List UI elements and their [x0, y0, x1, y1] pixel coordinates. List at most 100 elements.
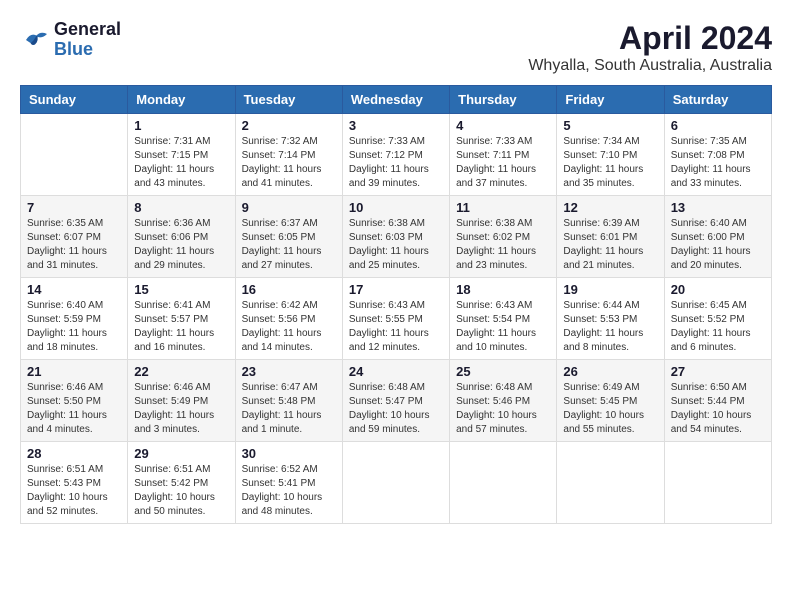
day-info: Sunrise: 6:48 AM Sunset: 5:47 PM Dayligh… — [349, 381, 443, 437]
week-row-3: 14 Sunrise: 6:40 AM Sunset: 5:59 PM Dayli… — [21, 278, 772, 360]
day-number: 20 — [671, 282, 765, 297]
day-number: 21 — [27, 364, 121, 379]
day-info: Sunrise: 6:40 AM Sunset: 6:00 PM Dayligh… — [671, 217, 765, 273]
day-info: Sunrise: 7:33 AM Sunset: 7:12 PM Dayligh… — [349, 135, 443, 191]
day-number: 13 — [671, 200, 765, 215]
day-number: 7 — [27, 200, 121, 215]
page-header: General Blue April 2024 Whyalla, South A… — [20, 20, 772, 75]
calendar-cell: 9Sunrise: 6:37 AM Sunset: 6:05 PM Daylig… — [235, 196, 342, 278]
calendar-cell: 13 Sunrise: 6:40 AM Sunset: 6:00 PM Dayli… — [664, 196, 771, 278]
day-info: Sunrise: 6:40 AM Sunset: 5:59 PM Dayligh… — [27, 299, 121, 355]
day-info: Sunrise: 6:38 AM Sunset: 6:03 PM Dayligh… — [349, 217, 443, 273]
calendar-cell: 15 Sunrise: 6:41 AM Sunset: 5:57 PM Dayli… — [128, 278, 235, 360]
day-number: 28 — [27, 446, 121, 461]
day-number: 27 — [671, 364, 765, 379]
weekday-header-tuesday: Tuesday — [235, 86, 342, 114]
calendar-cell: 22Sunrise: 6:46 AM Sunset: 5:49 PM Dayli… — [128, 360, 235, 442]
day-info: Sunrise: 6:35 AM Sunset: 6:07 PM Dayligh… — [27, 217, 121, 273]
day-number: 3 — [349, 118, 443, 133]
logo: General Blue — [20, 20, 121, 60]
day-info: Sunrise: 6:44 AM Sunset: 5:53 PM Dayligh… — [563, 299, 657, 355]
calendar-header-row: SundayMondayTuesdayWednesdayThursdayFrid… — [21, 86, 772, 114]
weekday-header-saturday: Saturday — [664, 86, 771, 114]
calendar-cell: 10 Sunrise: 6:38 AM Sunset: 6:03 PM Dayli… — [342, 196, 449, 278]
day-number: 17 — [349, 282, 443, 297]
day-number: 16 — [242, 282, 336, 297]
day-info: Sunrise: 6:39 AM Sunset: 6:01 PM Dayligh… — [563, 217, 657, 273]
calendar-cell: 4 Sunrise: 7:33 AM Sunset: 7:11 PM Daylig… — [450, 114, 557, 196]
day-info: Sunrise: 6:45 AM Sunset: 5:52 PM Dayligh… — [671, 299, 765, 355]
calendar-cell: 19 Sunrise: 6:44 AM Sunset: 5:53 PM Dayli… — [557, 278, 664, 360]
calendar-cell: 3 Sunrise: 7:33 AM Sunset: 7:12 PM Daylig… — [342, 114, 449, 196]
calendar-cell — [342, 442, 449, 524]
calendar-cell: 21 Sunrise: 6:46 AM Sunset: 5:50 PM Dayli… — [21, 360, 128, 442]
day-info: Sunrise: 7:31 AM Sunset: 7:15 PM Dayligh… — [134, 135, 228, 191]
day-number: 25 — [456, 364, 550, 379]
calendar-cell — [557, 442, 664, 524]
day-info: Sunrise: 6:42 AM Sunset: 5:56 PM Dayligh… — [242, 299, 336, 355]
calendar-cell: 11 Sunrise: 6:38 AM Sunset: 6:02 PM Dayli… — [450, 196, 557, 278]
calendar-cell: 20 Sunrise: 6:45 AM Sunset: 5:52 PM Dayli… — [664, 278, 771, 360]
day-info: Sunrise: 6:51 AM Sunset: 5:42 PM Dayligh… — [134, 463, 228, 519]
logo-text-general: General — [54, 20, 121, 40]
day-number: 12 — [563, 200, 657, 215]
calendar-cell: 30 Sunrise: 6:52 AM Sunset: 5:41 PM Dayli… — [235, 442, 342, 524]
day-info: Sunrise: 6:43 AM Sunset: 5:55 PM Dayligh… — [349, 299, 443, 355]
calendar-cell: 16 Sunrise: 6:42 AM Sunset: 5:56 PM Dayli… — [235, 278, 342, 360]
day-info: Sunrise: 6:50 AM Sunset: 5:44 PM Dayligh… — [671, 381, 765, 437]
weekday-header-wednesday: Wednesday — [342, 86, 449, 114]
calendar-cell — [21, 114, 128, 196]
calendar-cell: 29Sunrise: 6:51 AM Sunset: 5:42 PM Dayli… — [128, 442, 235, 524]
day-number: 24 — [349, 364, 443, 379]
day-info: Sunrise: 6:41 AM Sunset: 5:57 PM Dayligh… — [134, 299, 228, 355]
calendar-cell: 8 Sunrise: 6:36 AM Sunset: 6:06 PM Daylig… — [128, 196, 235, 278]
day-number: 6 — [671, 118, 765, 133]
day-info: Sunrise: 7:33 AM Sunset: 7:11 PM Dayligh… — [456, 135, 550, 191]
location-title: Whyalla, South Australia, Australia — [528, 57, 772, 75]
day-number: 2 — [242, 118, 336, 133]
day-info: Sunrise: 6:47 AM Sunset: 5:48 PM Dayligh… — [242, 381, 336, 437]
calendar-cell: 1 Sunrise: 7:31 AM Sunset: 7:15 PM Daylig… — [128, 114, 235, 196]
day-info: Sunrise: 7:34 AM Sunset: 7:10 PM Dayligh… — [563, 135, 657, 191]
weekday-header-friday: Friday — [557, 86, 664, 114]
calendar-cell: 28Sunrise: 6:51 AM Sunset: 5:43 PM Dayli… — [21, 442, 128, 524]
day-number: 8 — [134, 200, 228, 215]
week-row-2: 7 Sunrise: 6:35 AM Sunset: 6:07 PM Daylig… — [21, 196, 772, 278]
weekday-header-monday: Monday — [128, 86, 235, 114]
day-info: Sunrise: 6:38 AM Sunset: 6:02 PM Dayligh… — [456, 217, 550, 273]
weekday-header-thursday: Thursday — [450, 86, 557, 114]
calendar-cell — [664, 442, 771, 524]
day-number: 10 — [349, 200, 443, 215]
day-number: 9 — [242, 200, 336, 215]
day-number: 19 — [563, 282, 657, 297]
calendar-cell: 7 Sunrise: 6:35 AM Sunset: 6:07 PM Daylig… — [21, 196, 128, 278]
day-info: Sunrise: 6:36 AM Sunset: 6:06 PM Dayligh… — [134, 217, 228, 273]
calendar-cell: 5Sunrise: 7:34 AM Sunset: 7:10 PM Daylig… — [557, 114, 664, 196]
calendar-cell: 26Sunrise: 6:49 AM Sunset: 5:45 PM Dayli… — [557, 360, 664, 442]
day-number: 14 — [27, 282, 121, 297]
day-info: Sunrise: 7:32 AM Sunset: 7:14 PM Dayligh… — [242, 135, 336, 191]
day-number: 11 — [456, 200, 550, 215]
title-block: April 2024 Whyalla, South Australia, Aus… — [528, 20, 772, 75]
day-number: 30 — [242, 446, 336, 461]
day-info: Sunrise: 6:49 AM Sunset: 5:45 PM Dayligh… — [563, 381, 657, 437]
calendar-cell: 25 Sunrise: 6:48 AM Sunset: 5:46 PM Dayli… — [450, 360, 557, 442]
calendar-cell: 24 Sunrise: 6:48 AM Sunset: 5:47 PM Dayli… — [342, 360, 449, 442]
logo-text-blue: Blue — [54, 40, 121, 60]
day-number: 1 — [134, 118, 228, 133]
week-row-4: 21 Sunrise: 6:46 AM Sunset: 5:50 PM Dayli… — [21, 360, 772, 442]
weekday-header-sunday: Sunday — [21, 86, 128, 114]
day-number: 15 — [134, 282, 228, 297]
calendar-cell: 17 Sunrise: 6:43 AM Sunset: 5:55 PM Dayli… — [342, 278, 449, 360]
calendar-cell: 14 Sunrise: 6:40 AM Sunset: 5:59 PM Dayli… — [21, 278, 128, 360]
day-info: Sunrise: 6:46 AM Sunset: 5:50 PM Dayligh… — [27, 381, 121, 437]
day-number: 18 — [456, 282, 550, 297]
calendar-cell: 18Sunrise: 6:43 AM Sunset: 5:54 PM Dayli… — [450, 278, 557, 360]
day-info: Sunrise: 6:52 AM Sunset: 5:41 PM Dayligh… — [242, 463, 336, 519]
calendar-cell: 23 Sunrise: 6:47 AM Sunset: 5:48 PM Dayli… — [235, 360, 342, 442]
day-info: Sunrise: 6:46 AM Sunset: 5:49 PM Dayligh… — [134, 381, 228, 437]
day-info: Sunrise: 6:48 AM Sunset: 5:46 PM Dayligh… — [456, 381, 550, 437]
month-title: April 2024 — [528, 20, 772, 57]
day-number: 23 — [242, 364, 336, 379]
day-number: 4 — [456, 118, 550, 133]
